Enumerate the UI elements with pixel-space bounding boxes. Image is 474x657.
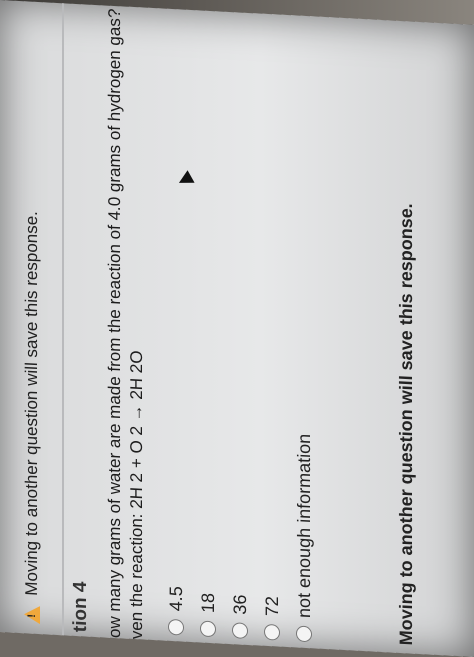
choice-label: not enough information	[293, 433, 314, 619]
quiz-screen: Moving to another question will save thi…	[0, 0, 474, 657]
choice-4[interactable]: 72	[256, 431, 288, 641]
mouse-cursor-icon	[175, 170, 195, 190]
choice-1[interactable]: 4.5	[160, 426, 192, 636]
radio-icon[interactable]	[232, 622, 248, 639]
radio-icon[interactable]	[264, 623, 280, 641]
choice-2[interactable]: 18	[192, 428, 224, 638]
question-text: ow many grams of water are made from the…	[104, 8, 148, 640]
question-label: tion 4	[70, 580, 91, 633]
warning-banner: Moving to another question will save thi…	[8, 22, 56, 625]
choice-3[interactable]: 36	[224, 430, 256, 640]
choice-label: 36	[229, 593, 250, 616]
footer-warning-text: Moving to another question will save thi…	[396, 202, 416, 646]
radio-icon[interactable]	[296, 625, 312, 643]
question-line-2: ven the reaction: 2H 2 + O 2 → 2H 2O	[127, 349, 146, 640]
warning-icon	[24, 605, 40, 624]
choice-label: 72	[261, 595, 282, 617]
question-line-1: ow many grams of water are made from the…	[105, 8, 124, 639]
answer-choices: 4.5 18 36 72 not enough information	[160, 426, 320, 643]
choice-label: 18	[197, 592, 218, 614]
choice-label: 4.5	[165, 585, 186, 612]
divider	[62, 3, 64, 636]
radio-icon[interactable]	[200, 620, 216, 638]
choice-5[interactable]: not enough information	[288, 433, 320, 643]
radio-icon[interactable]	[168, 618, 184, 636]
warning-text: Moving to another question will save thi…	[22, 210, 41, 597]
